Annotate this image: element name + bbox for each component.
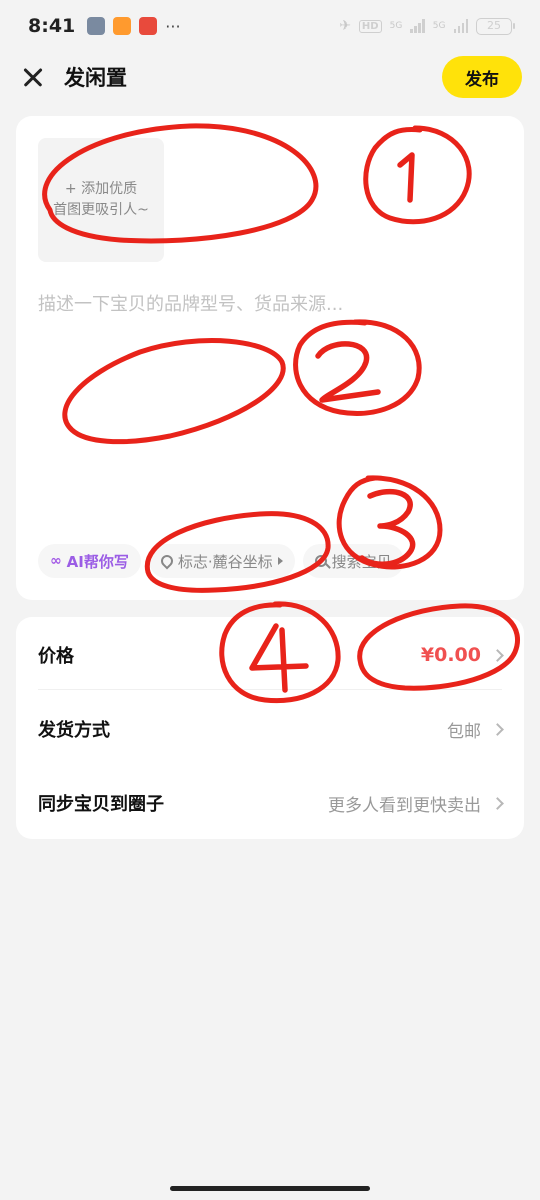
app-notification-icon [87,17,106,35]
status-bar: 8:41 ··· ✈ HD 5G 5G 25 [0,0,540,52]
add-photo-button[interactable]: + 添加优质 首图更吸引人~ [38,138,164,262]
search-item-button[interactable]: 搜索宝贝 [302,544,404,578]
header: 发闲置 发布 [0,52,540,102]
price-row[interactable]: 价格 ¥0.00 [38,625,504,685]
listing-editor-card: + 添加优质 首图更吸引人~ 描述一下宝贝的品牌型号、货品来源... ∞ AI帮… [16,116,524,600]
status-time: 8:41 [28,15,76,37]
price-label: 价格 [38,646,74,667]
ai-loop-icon: ∞ [50,553,62,569]
divider [38,689,502,690]
location-label: 标志·麓谷坐标 [177,552,273,571]
signal-icon [410,19,425,33]
chevron-right-icon [491,648,504,662]
close-icon[interactable] [18,62,48,92]
add-photo-label-line1: + 添加优质 [64,181,138,197]
signal-5g-label: 5G [389,21,403,31]
ai-write-button[interactable]: ∞ AI帮你写 [38,544,141,578]
more-notifications-icon: ··· [165,16,181,36]
search-item-label: 搜索宝贝 [331,552,392,571]
app-notification-icon [113,17,132,35]
shipping-label: 发货方式 [38,720,110,741]
shipping-row[interactable]: 发货方式 包邮 [38,699,504,759]
location-button[interactable]: 标志·麓谷坐标 [148,544,295,578]
status-indicators: ✈ HD 5G 5G 25 [339,17,515,35]
signal-5g-label: 5G [432,21,446,31]
hd-icon: HD [358,19,382,33]
battery-icon: 25 [476,17,515,35]
chevron-right-icon [491,722,504,736]
price-value-wrap: ¥0.00 [420,644,504,666]
location-pin-icon [158,552,176,570]
shipping-value-wrap: 包邮 [447,717,504,742]
caret-right-icon [277,557,283,565]
sync-value: 更多人看到更快卖出 [328,795,481,816]
shipping-value: 包邮 [447,721,481,742]
publish-button[interactable]: 发布 [442,56,522,98]
listing-settings-card: 价格 ¥0.00 发货方式 包邮 同步宝贝到圈子 更多人看到更快卖出 [16,617,524,839]
chevron-right-icon [491,796,504,810]
sync-value-wrap: 更多人看到更快卖出 [328,791,504,816]
add-photo-label-line2: 首图更吸引人~ [53,202,149,218]
sync-label: 同步宝贝到圈子 [38,794,164,815]
mute-icon: ✈ [339,18,351,34]
signal-icon [453,19,468,33]
ai-write-label: AI帮你写 [66,552,129,571]
status-app-icons: ··· [87,16,181,36]
sync-circle-row[interactable]: 同步宝贝到圈子 更多人看到更快卖出 [38,773,504,833]
description-input[interactable]: 描述一下宝贝的品牌型号、货品来源... [38,290,343,316]
description-tools: ∞ AI帮你写 标志·麓谷坐标 搜索宝贝 [38,544,404,578]
home-indicator [170,1186,370,1191]
price-value: ¥0.00 [420,644,481,666]
app-notification-icon [139,17,158,35]
search-icon [314,555,327,567]
page-title: 发闲置 [64,66,127,90]
